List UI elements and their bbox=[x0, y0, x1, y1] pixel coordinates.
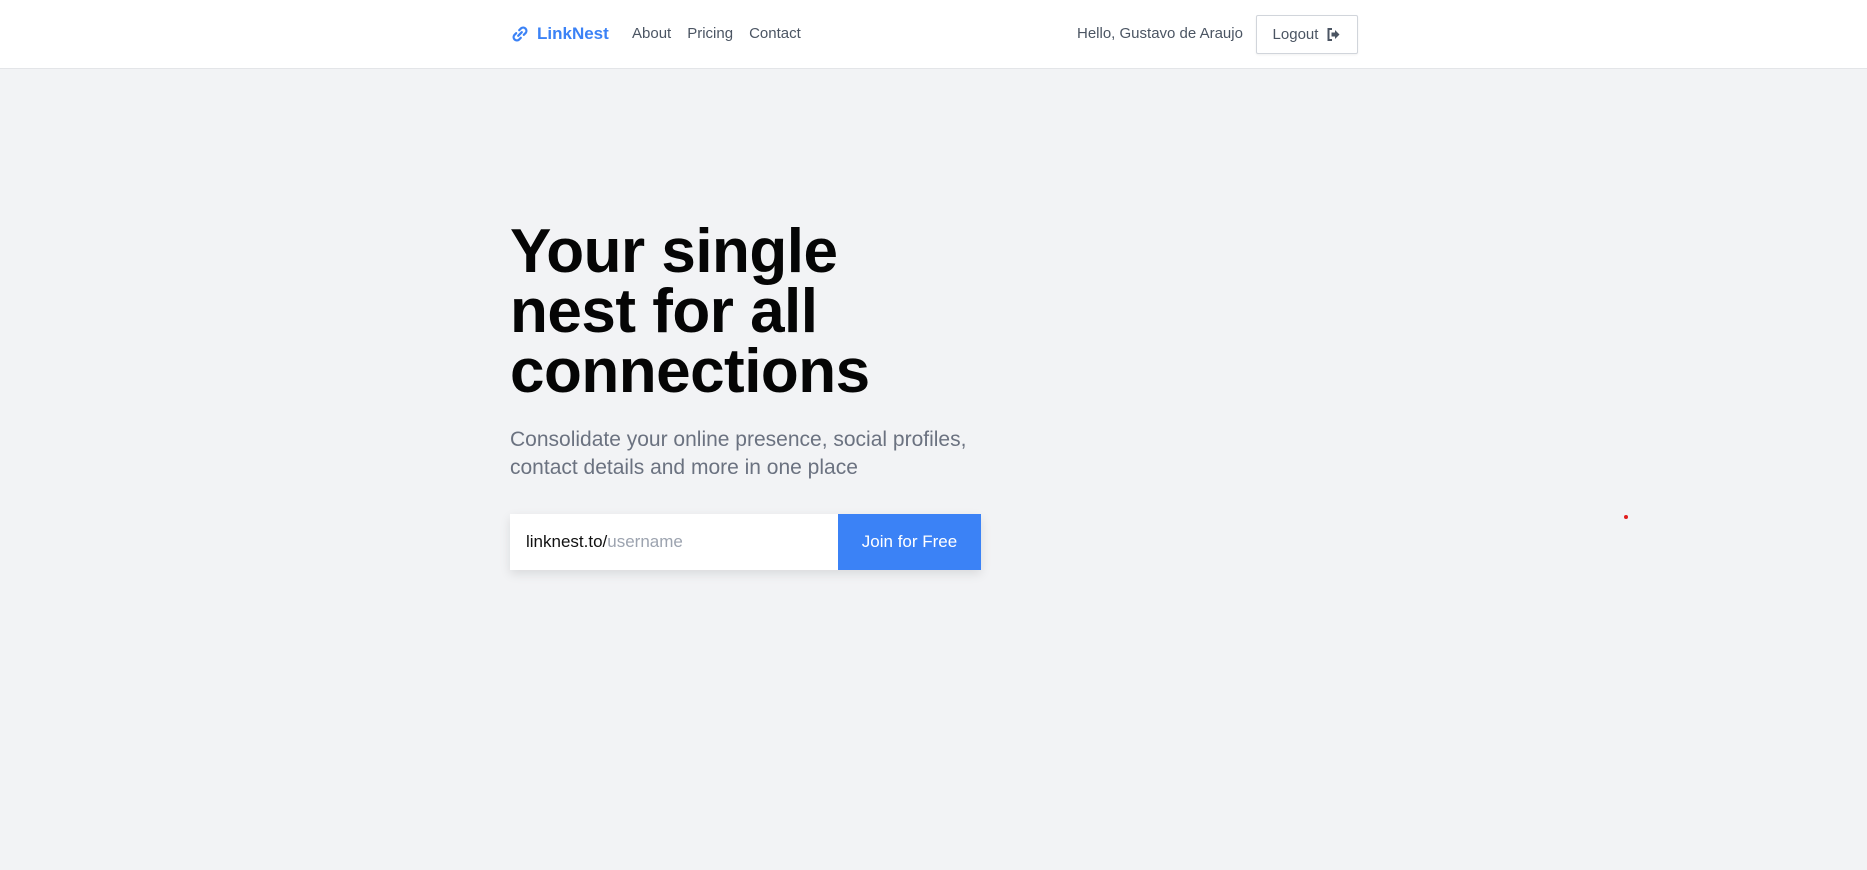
url-prefix: linknest.to/ bbox=[526, 532, 608, 551]
sign-out-icon bbox=[1326, 27, 1341, 42]
user-greeting: Hello, Gustavo de Araujo bbox=[1077, 25, 1243, 42]
nav-link-about[interactable]: About bbox=[632, 24, 671, 44]
link-icon bbox=[510, 24, 530, 44]
signup-form: linknest.to/ Join for Free bbox=[510, 514, 981, 570]
hero-headline: Your single nest for all connections bbox=[510, 217, 870, 406]
top-navigation-bar: LinkNest About Pricing Contact Hello, Gu… bbox=[0, 0, 1867, 69]
join-for-free-button[interactable]: Join for Free bbox=[838, 514, 981, 570]
username-field-container[interactable]: linknest.to/ bbox=[510, 514, 838, 570]
logout-label: Logout bbox=[1272, 26, 1319, 43]
nav-link-pricing[interactable]: Pricing bbox=[687, 24, 733, 44]
brand-logo-link[interactable]: LinkNest bbox=[510, 22, 609, 46]
brand-name: LinkNest bbox=[537, 24, 609, 43]
username-input[interactable] bbox=[607, 532, 808, 552]
hero-subtitle: Consolidate your online presence, social… bbox=[510, 428, 967, 479]
nav-link-contact[interactable]: Contact bbox=[749, 24, 801, 44]
cursor-marker bbox=[1624, 515, 1628, 519]
main-nav: About Pricing Contact bbox=[632, 24, 817, 44]
logout-button[interactable]: Logout bbox=[1256, 15, 1358, 54]
